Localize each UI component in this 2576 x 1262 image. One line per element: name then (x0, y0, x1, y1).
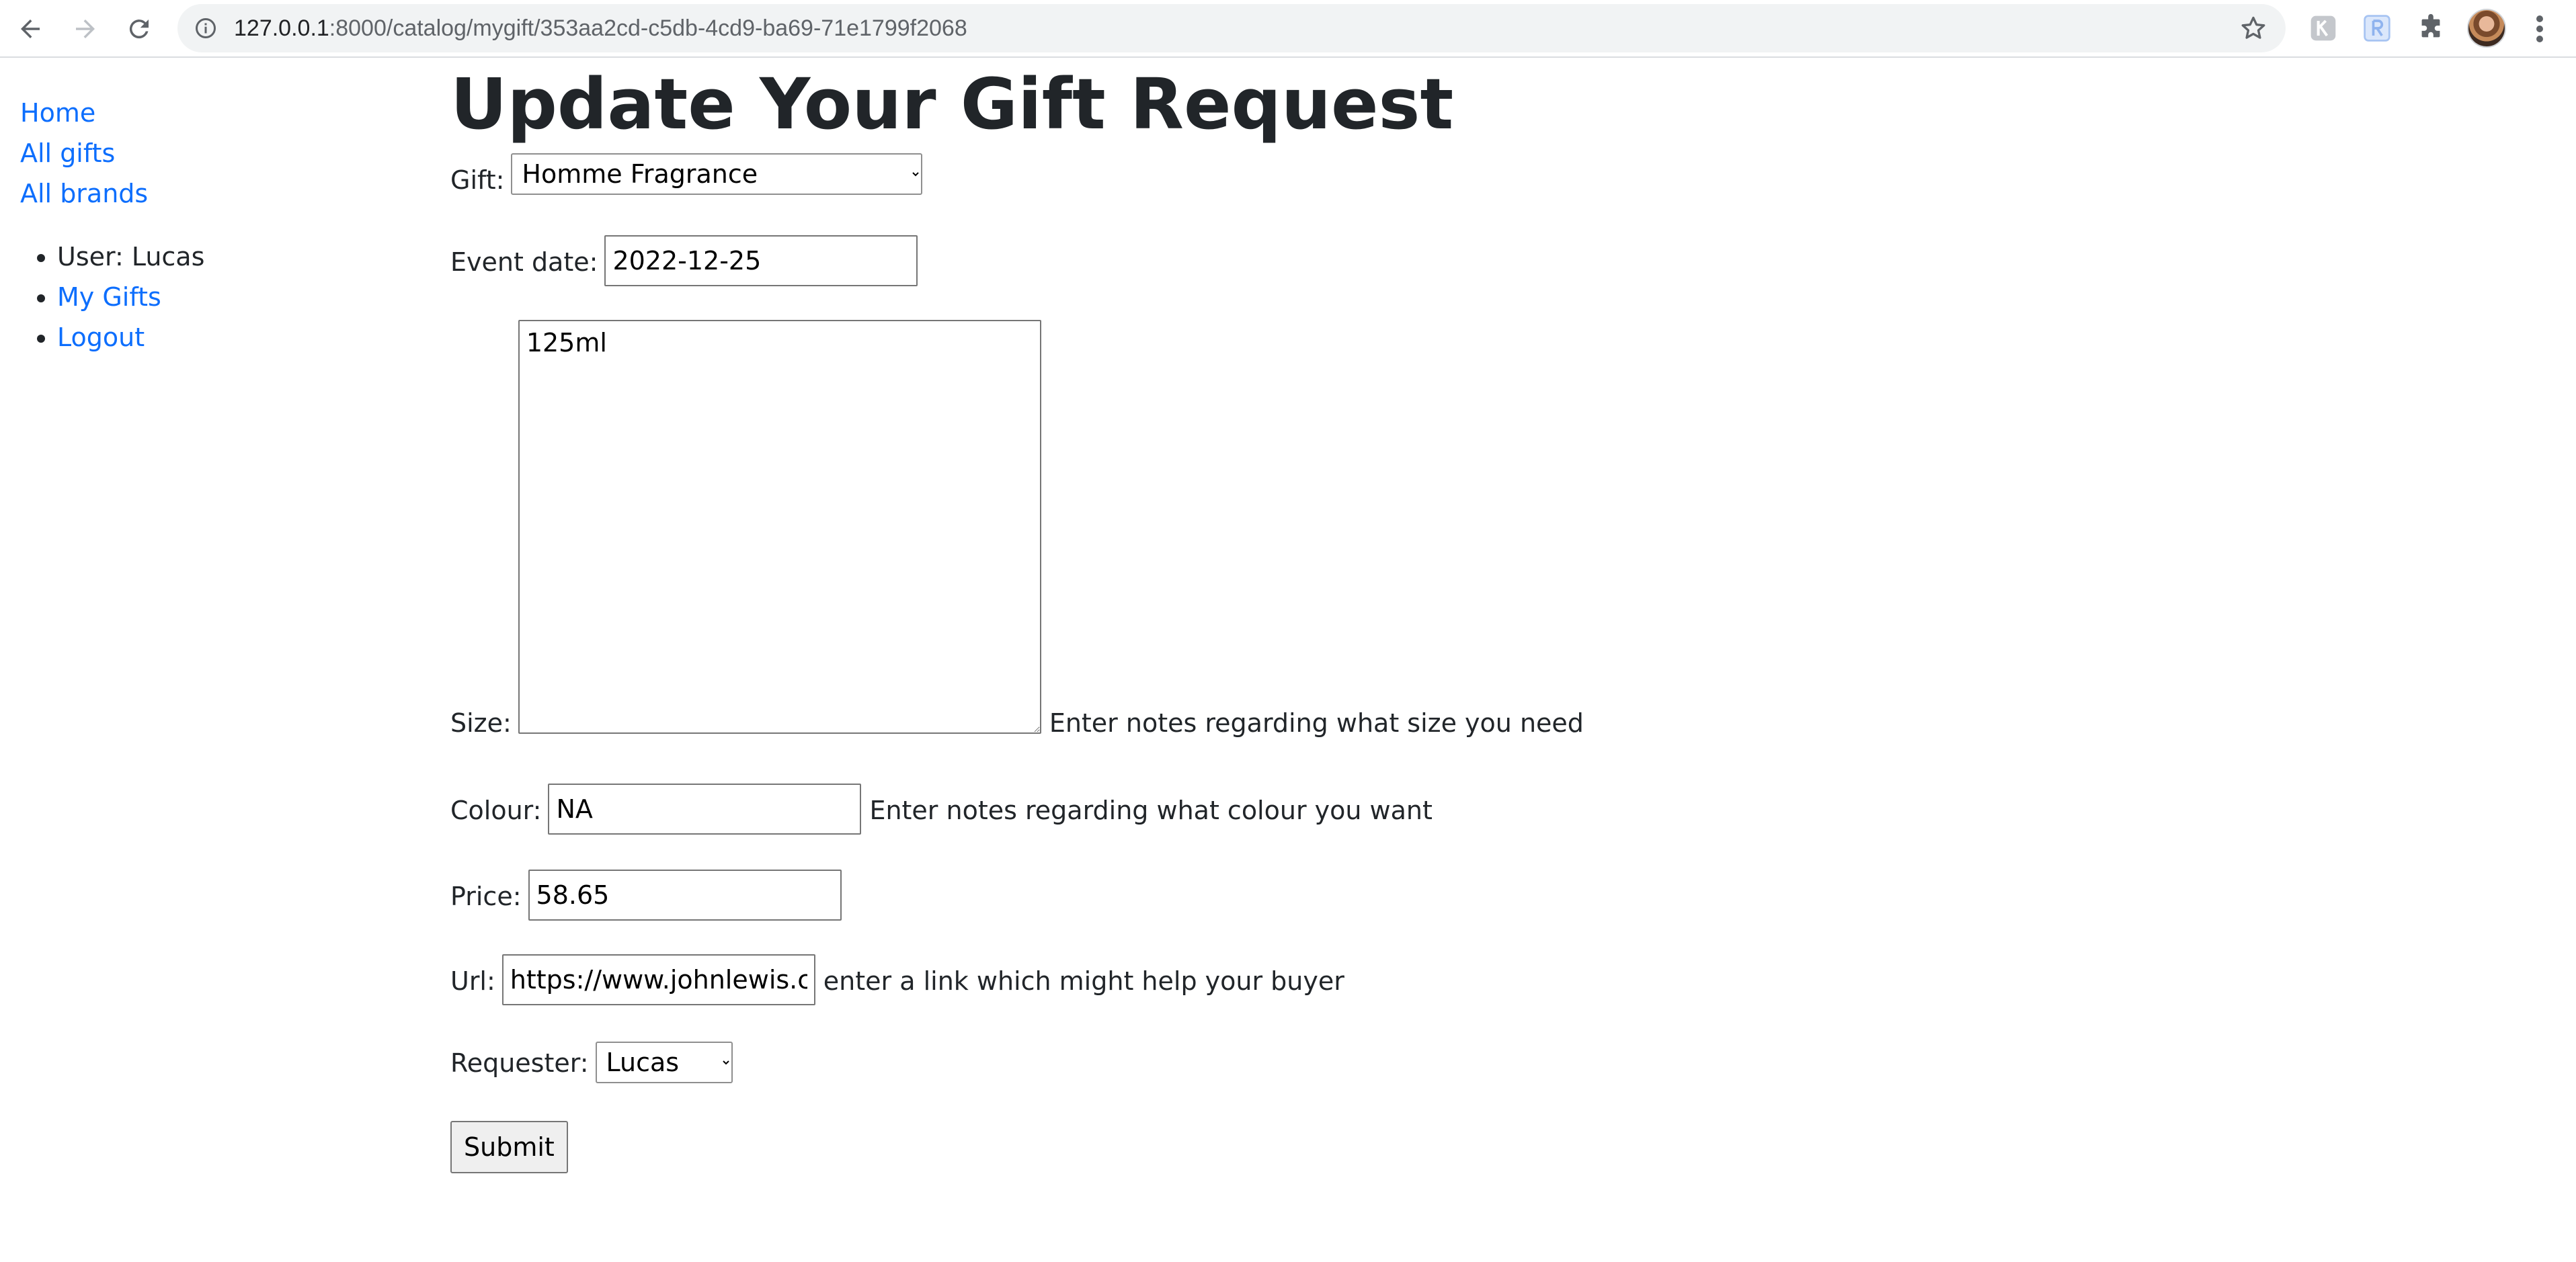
my-gifts-link[interactable]: My Gifts (57, 282, 161, 312)
submit-row: Submit (450, 1121, 568, 1173)
colour-input[interactable] (548, 784, 862, 835)
gift-select[interactable]: Homme Fragrance (511, 153, 923, 195)
colour-help-text: Enter notes regarding what colour you wa… (869, 796, 1433, 825)
current-user-text: User: Lucas (57, 242, 205, 271)
browser-toolbar: 127.0.0.1:8000/catalog/mygift/353aa2cd-c… (0, 0, 2576, 58)
forward-arrow-icon (76, 19, 95, 38)
colour-row: Colour: Enter notes regarding what colou… (450, 784, 1433, 835)
size-textarea[interactable]: 125ml (518, 320, 1041, 734)
logout-link[interactable]: Logout (57, 323, 145, 352)
requester-row: Requester: Lucas (450, 1042, 733, 1083)
price-input[interactable] (528, 870, 842, 921)
gift-row: Gift: Homme Fragrance (450, 153, 923, 195)
requester-select[interactable]: Lucas (595, 1042, 733, 1083)
profile-avatar[interactable] (2467, 9, 2506, 48)
sidebar: Home All gifts All brands User: Lucas My… (20, 93, 424, 357)
extension-r-icon (2364, 15, 2390, 42)
url-host: 127.0.0.1 (234, 15, 329, 41)
url-row: Url: enter a link which might help your … (450, 954, 1344, 1005)
sidebar-link-all-brands[interactable]: All brands (20, 173, 424, 214)
price-label: Price: (450, 882, 522, 911)
puzzle-piece-icon (2421, 13, 2440, 38)
site-info-icon[interactable] (194, 16, 218, 40)
extension-k-icon (2310, 15, 2336, 41)
back-arrow-icon (21, 19, 40, 38)
size-help-text: Enter notes regarding what size you need (1049, 708, 1584, 738)
url-path: :8000/catalog/mygift/353aa2cd-c5db-4cd9-… (329, 15, 967, 41)
colour-label: Colour: (450, 796, 542, 825)
user-menu-item-my-gifts: My Gifts (57, 277, 424, 317)
event-date-label: Event date: (450, 247, 598, 277)
url-text[interactable]: 127.0.0.1:8000/catalog/mygift/353aa2cd-c… (234, 4, 967, 52)
requester-label: Requester: (450, 1048, 589, 1078)
price-row: Price: (450, 870, 842, 921)
extensions-button[interactable] (2415, 12, 2447, 44)
extension-icon-1[interactable] (2307, 12, 2339, 44)
sidebar-link-all-gifts[interactable]: All gifts (20, 133, 424, 173)
gift-label: Gift: (450, 165, 505, 195)
page-content: Home All gifts All brands User: Lucas My… (0, 59, 2576, 1262)
submit-button[interactable]: Submit (450, 1121, 568, 1173)
address-bar[interactable]: 127.0.0.1:8000/catalog/mygift/353aa2cd-c… (177, 4, 2286, 52)
url-help-text: enter a link which might help your buyer (823, 966, 1344, 996)
user-menu-item-logout: Logout (57, 317, 424, 357)
user-menu: User: Lucas My Gifts Logout (20, 237, 424, 357)
event-date-row: Event date: (450, 235, 918, 286)
sidebar-link-home[interactable]: Home (20, 93, 424, 133)
extension-icon-2[interactable] (2361, 12, 2393, 44)
size-row: Size: 125ml Enter notes regarding what s… (450, 320, 1584, 738)
event-date-input[interactable] (604, 235, 918, 286)
bookmark-star-icon[interactable] (2239, 13, 2268, 43)
size-label: Size: (450, 708, 512, 738)
user-menu-item-user: User: Lucas (57, 237, 424, 277)
reload-icon (129, 19, 149, 39)
url-input[interactable] (501, 954, 815, 1005)
url-label: Url: (450, 966, 495, 996)
page-title: Update Your Gift Request (450, 63, 1454, 145)
reload-button[interactable] (118, 8, 160, 50)
back-button[interactable] (9, 8, 51, 50)
browser-menu-icon[interactable] (2526, 12, 2553, 46)
forward-button[interactable] (65, 8, 106, 50)
